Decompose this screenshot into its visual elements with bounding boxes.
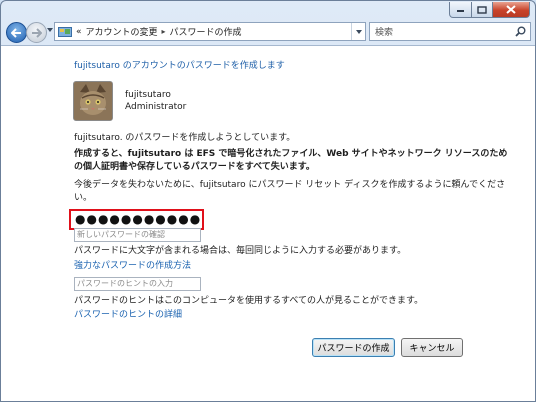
minimize-icon [457,9,464,12]
maximize-icon [477,5,487,14]
control-panel-window: « アカウントの変更 ▸ パスワードの作成 検索 fujitsutaro のアカ… [0,0,536,402]
cat-picture-icon [74,82,112,120]
navigation-bar: « アカウントの変更 ▸ パスワードの作成 検索 [1,21,535,43]
minimize-button[interactable] [449,2,472,18]
breadcrumb-item-create-password[interactable]: パスワードの作成 [170,25,242,38]
new-password-field[interactable]: ●●●●●●●●●●● [69,209,204,230]
control-panel-icon [58,26,72,37]
arrow-left-icon [11,27,21,38]
search-input[interactable]: 検索 [375,25,393,38]
case-sensitivity-note: パスワードに大文字が含まれる場合は、毎回同じように入力する必要があります。 [74,246,407,256]
confirm-password-field[interactable]: 新しいパスワードの確認 [74,228,201,242]
address-bar[interactable]: « アカウントの変更 ▸ パスワードの作成 [54,22,366,41]
user-role: Administrator [125,102,187,112]
breadcrumb-separator-icon[interactable]: ▸ [162,27,166,36]
address-dropdown-button[interactable] [351,23,365,40]
breadcrumb-lead[interactable]: « [76,27,82,37]
forward-button[interactable] [26,22,47,43]
breadcrumb-item-account-change[interactable]: アカウントの変更 [86,25,158,38]
intro-text: fujitsutaro. のパスワードを作成しようとしています。 [74,133,296,143]
search-box[interactable]: 検索 [369,22,531,41]
chevron-down-icon [355,29,362,34]
create-password-button[interactable]: パスワードの作成 [312,338,395,357]
caption-buttons [449,2,530,18]
arrow-right-icon [32,27,42,38]
close-button[interactable] [493,2,530,18]
hint-details-link[interactable]: パスワードのヒントの詳細 [74,307,182,320]
strong-password-link[interactable]: 強力なパスワードの作成方法 [74,258,191,271]
back-button[interactable] [6,22,27,43]
close-icon [506,5,516,14]
maximize-button[interactable] [472,2,493,18]
recent-pages-dropdown-icon[interactable] [47,28,53,32]
search-icon[interactable] [515,26,526,37]
content-pane: fujitsutaro のアカウントのパスワードを作成します fujitsuta… [1,45,535,401]
cancel-button[interactable]: キャンセル [401,338,463,357]
password-hint-field[interactable]: パスワードのヒントの入力 [74,277,201,291]
user-avatar [73,81,113,121]
password-value: ●●●●●●●●●●● [75,212,202,226]
user-name: fujitsutaro [125,90,171,100]
hint-visibility-note: パスワードのヒントはこのコンピュータを使用するすべての人が見ることができます。 [74,296,424,306]
warning-text: 作成すると、fujitsutaro は EFS で暗号化されたファイル、Web … [74,149,508,172]
page-title: fujitsutaro のアカウントのパスワードを作成します [74,61,285,71]
advice-text: 今後データを失わないために、fujitsutaro にパスワード リセット ディ… [74,180,506,203]
